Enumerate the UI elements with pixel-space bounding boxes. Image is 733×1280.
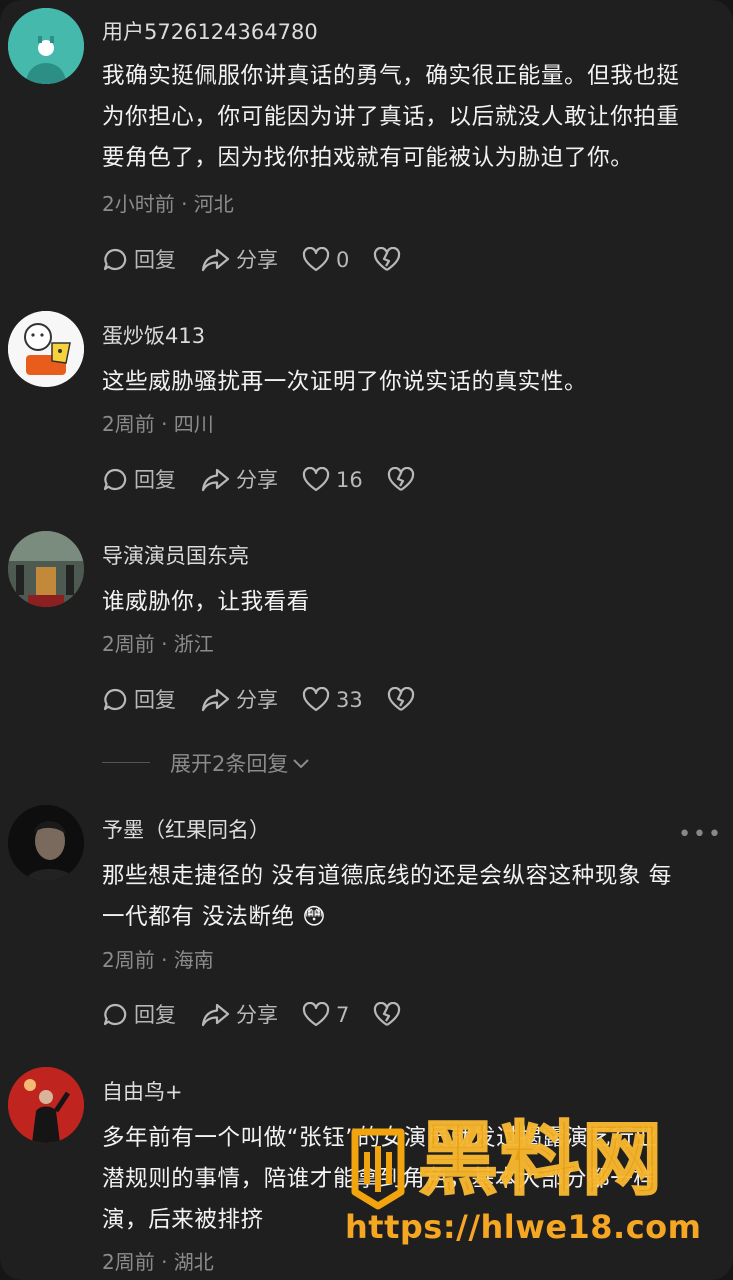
comment-username[interactable]: 用户5726124364780 [102, 16, 318, 46]
reply-button[interactable]: 回复 [102, 1000, 176, 1030]
avatar[interactable] [8, 311, 84, 387]
comment-username[interactable]: 蛋炒饭413 [102, 320, 205, 350]
more-options-button[interactable]: ••• [678, 822, 723, 847]
avatar[interactable] [8, 8, 84, 84]
share-icon [201, 248, 230, 272]
comment-text-line: 要角色了，因为找你拍戏就有可能被认为胁迫了你。 [102, 145, 634, 171]
comment-meta: 2周前 · 浙江 [102, 632, 214, 656]
comment-meta: 2周前 · 四川 [102, 412, 214, 436]
comment-username[interactable]: 导演演员国东亮 [102, 540, 249, 570]
like-button[interactable]: 33 [302, 685, 363, 715]
comment-text-line: 我确实挺佩服你讲真话的勇气，确实很正能量。但我也挺 [102, 63, 680, 89]
reply-label: 回复 [134, 688, 176, 712]
comment-actions: 回复 分享 0 [102, 245, 431, 275]
share-icon [201, 1003, 230, 1027]
comment-text-line: 为你担心，你可能因为讲了真话，以后就没人敢让你拍重 [102, 104, 680, 130]
share-button[interactable]: 分享 [200, 465, 278, 495]
share-icon [201, 688, 230, 712]
chevron-down-icon [293, 759, 310, 769]
comment-text-line: 那些想走捷径的 没有道德底线的还是会纵容这种现象 每 [102, 863, 672, 889]
like-button[interactable]: 16 [302, 465, 363, 495]
heart-icon [302, 467, 330, 492]
share-label: 分享 [236, 468, 278, 492]
comment-text: 我确实挺佩服你讲真话的勇气，确实很正能量。但我也挺 为你担心，你可能因为讲了真话… [102, 56, 719, 179]
comment-actions: 回复 分享 33 [102, 685, 445, 715]
broken-heart-icon [387, 467, 414, 491]
reply-button[interactable]: 回复 [102, 465, 176, 495]
heart-icon [302, 247, 330, 272]
like-count: 7 [336, 1003, 350, 1027]
reply-label: 回复 [134, 468, 176, 492]
reply-button[interactable]: 回复 [102, 245, 176, 275]
comment-username[interactable]: 予墨（红果同名） [102, 814, 270, 844]
comment-meta: 2周前 · 海南 [102, 948, 214, 972]
avatar[interactable] [8, 1067, 84, 1143]
expand-replies-label: 展开2条回复 [170, 752, 289, 776]
comment-text-line: 一代都有 没法断绝 😳 [102, 904, 327, 930]
comment-username[interactable]: 自由鸟+ [102, 1076, 183, 1106]
comment-meta: 2周前 · 湖北 [102, 1250, 214, 1274]
broken-heart-icon [374, 1002, 401, 1026]
dislike-button[interactable] [387, 467, 421, 493]
comment-text-line: 这些威胁骚扰再一次证明了你说实话的真实性。 [102, 369, 588, 395]
comment-list: 用户5726124364780 我确实挺佩服你讲真话的勇气，确实很正能量。但我也… [0, 0, 733, 1280]
dislike-button[interactable] [373, 247, 407, 273]
comment-text-line: 谁威胁你，让我看看 [102, 589, 310, 615]
watermark-logo-icon [351, 1128, 405, 1210]
comment-text: 谁威胁你，让我看看 [102, 582, 719, 623]
expand-replies-button[interactable]: 展开2条回复 [170, 748, 312, 778]
like-button[interactable]: 0 [302, 245, 349, 275]
reply-label: 回复 [134, 1003, 176, 1027]
watermark-title: 黑料网 [417, 1113, 664, 1206]
share-label: 分享 [236, 1003, 278, 1027]
dislike-button[interactable] [373, 1002, 407, 1028]
comment-actions: 回复 分享 7 [102, 1000, 431, 1030]
reply-icon [103, 468, 127, 491]
share-label: 分享 [236, 688, 278, 712]
like-count: 33 [336, 688, 363, 712]
heart-icon [302, 1002, 330, 1027]
dislike-button[interactable] [387, 687, 421, 713]
reply-icon [103, 248, 127, 271]
avatar[interactable] [8, 531, 84, 607]
heart-icon [302, 687, 330, 712]
share-button[interactable]: 分享 [200, 1000, 278, 1030]
like-count: 0 [336, 248, 350, 272]
comment-text: 那些想走捷径的 没有道德底线的还是会纵容这种现象 每 一代都有 没法断绝 😳 [102, 856, 719, 938]
reply-label: 回复 [134, 248, 176, 272]
watermark-url: https://hlwe18.com [345, 1208, 702, 1246]
avatar[interactable] [8, 805, 84, 881]
like-button[interactable]: 7 [302, 1000, 349, 1030]
broken-heart-icon [374, 247, 401, 271]
share-button[interactable]: 分享 [200, 685, 278, 715]
like-count: 16 [336, 468, 363, 492]
reply-icon [103, 688, 127, 711]
comment-actions: 回复 分享 16 [102, 465, 445, 495]
divider [102, 762, 150, 763]
comment-text: 这些威胁骚扰再一次证明了你说实话的真实性。 [102, 362, 719, 403]
reply-button[interactable]: 回复 [102, 685, 176, 715]
share-button[interactable]: 分享 [200, 245, 278, 275]
share-label: 分享 [236, 248, 278, 272]
broken-heart-icon [387, 687, 414, 711]
comment-meta: 2小时前 · 河北 [102, 192, 234, 216]
share-icon [201, 468, 230, 492]
reply-icon [103, 1003, 127, 1026]
